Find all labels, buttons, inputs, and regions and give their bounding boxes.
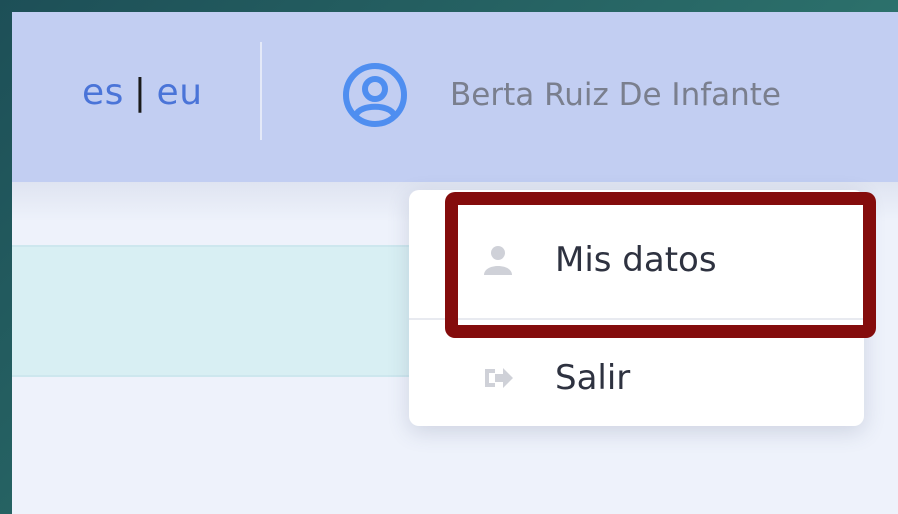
user-icon: [484, 246, 512, 275]
menu-item-label: Salir: [555, 358, 631, 398]
top-navbar: es | eu Berta Ruiz De Infante: [12, 12, 898, 182]
user-menu-toggle[interactable]: Berta Ruiz De Infante: [342, 62, 781, 128]
lang-es-link[interactable]: es: [82, 72, 124, 113]
info-banner: [12, 245, 422, 377]
menu-item-mis-datos[interactable]: Mis datos: [409, 210, 864, 310]
lang-eu-link[interactable]: eu: [157, 72, 203, 113]
lang-separator: |: [133, 72, 147, 113]
navbar-divider: [260, 42, 262, 140]
user-dropdown-menu: Mis datos Salir: [409, 190, 864, 426]
menu-item-salir[interactable]: Salir: [409, 328, 864, 428]
menu-divider: [409, 318, 864, 320]
language-switcher: es | eu: [82, 72, 203, 113]
user-circle-icon: [343, 63, 407, 127]
app-window: es|eu Berta Ruiz De Infante Mis datos: [12, 12, 898, 514]
menu-item-label: Mis datos: [555, 240, 717, 280]
user-name: Berta Ruiz De Infante: [450, 77, 781, 113]
sign-out-icon: [485, 368, 513, 388]
